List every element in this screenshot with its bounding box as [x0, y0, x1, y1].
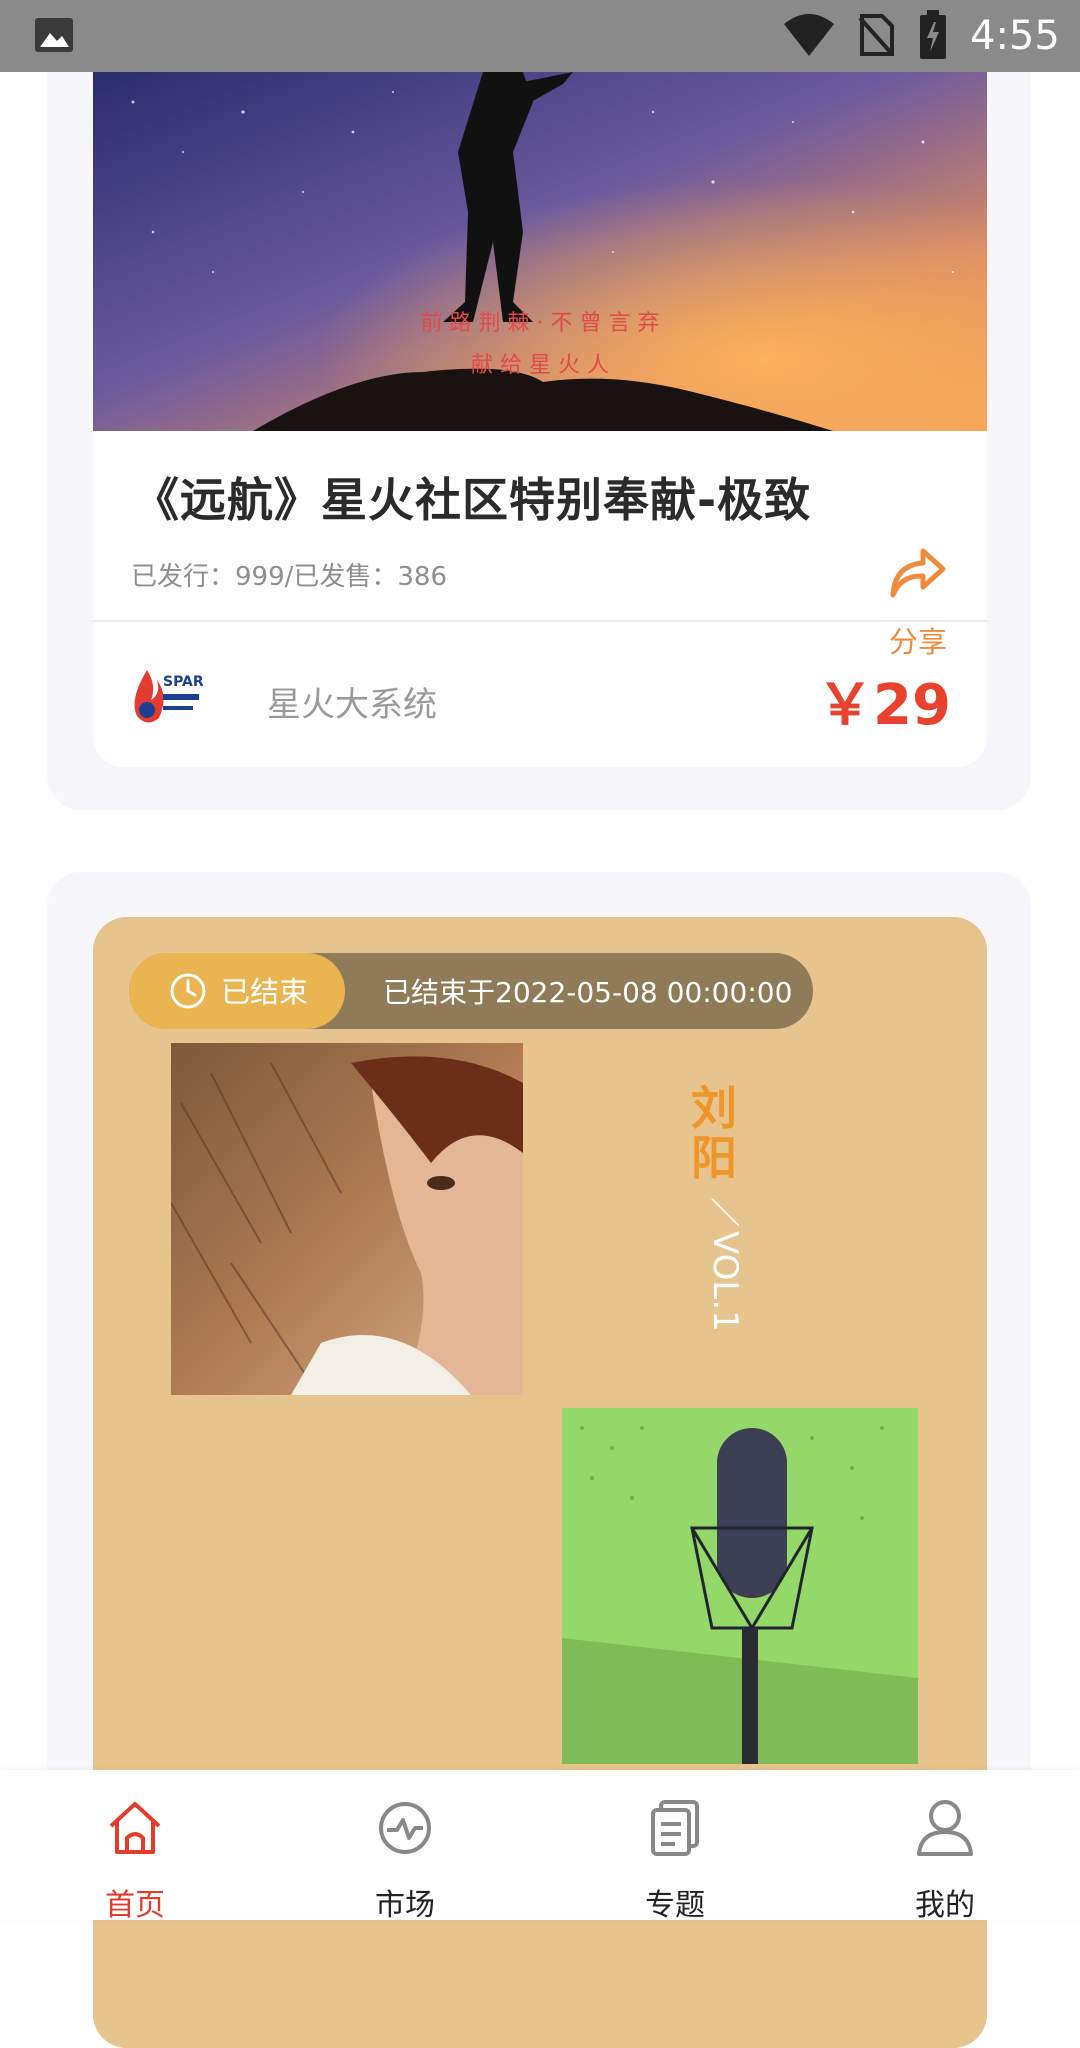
topic-icon [651, 1800, 699, 1856]
tab-home[interactable]: 首页 [35, 1770, 235, 1923]
clock-icon [170, 973, 206, 1009]
poster-image[interactable]: 前 路 荆 棘 · 不 曾 言 弃 献 给 星 火 人 [93, 72, 987, 431]
ended-badge: 已结束 [129, 953, 345, 1029]
status-time: 4:55 [970, 13, 1060, 59]
battery-icon [920, 10, 946, 59]
collection-card-liuyang[interactable]: 已结束 已结束于2022-05-08 00:00:00 刘阳 ／VOL.1 [47, 872, 1031, 2048]
microphone-photo [562, 1408, 918, 1764]
tab-profile-label: 我的 [915, 1888, 975, 1923]
tab-market[interactable]: 市场 [305, 1770, 505, 1923]
poster-line-2: 献 给 星 火 人 [471, 353, 609, 378]
home-icon [109, 1802, 161, 1854]
market-icon [379, 1802, 431, 1854]
gallery-icon [35, 18, 73, 52]
sale-status-pill: 已结束 已结束于2022-05-08 00:00:00 [129, 953, 813, 1029]
tab-profile[interactable]: 我的 [845, 1770, 1045, 1923]
album-artist: 刘阳 [691, 1081, 737, 1185]
bottom-tab-bar: 首页 市场 专题 我的 [0, 1770, 1080, 1923]
portrait-photo [171, 1043, 523, 1395]
tab-topic[interactable]: 专题 [575, 1770, 775, 1923]
spark-logo-text: SPARK [163, 674, 203, 690]
poster-line-1: 前 路 荆 棘 · 不 曾 言 弃 [421, 311, 660, 336]
tab-topic-label: 专题 [645, 1888, 705, 1923]
end-time: 已结束于2022-05-08 00:00:00 [383, 976, 793, 1009]
price: ￥29 [817, 673, 951, 738]
no-sim-icon [858, 14, 894, 56]
album-volume: ／VOL.1 [705, 1197, 739, 1332]
tab-home-label: 首页 [105, 1888, 165, 1923]
collection-title: 《远航》星火社区特别奉献-极致 [133, 473, 812, 527]
creator-name[interactable]: 星火大系统 [267, 677, 437, 726]
share-label: 分享 [888, 625, 947, 659]
collection-card-yuanhang[interactable]: 前 路 荆 棘 · 不 曾 言 弃 献 给 星 火 人 《远航》星火社区特别奉献… [47, 0, 1031, 810]
collection-card-body[interactable]: 前 路 荆 棘 · 不 曾 言 弃 献 给 星 火 人 《远航》星火社区特别奉献… [93, 72, 987, 767]
share-button[interactable]: 分享 [873, 467, 963, 659]
share-icon [890, 548, 946, 598]
wifi-icon [784, 14, 834, 56]
album-vol-text: ／VOL.1 [705, 1197, 739, 1332]
issue-sold-info: 已发行：999/已发售：386 [131, 562, 448, 592]
divider [93, 620, 987, 622]
status-bar: 4:55 [0, 0, 1080, 72]
profile-icon [917, 1800, 973, 1856]
spark-logo[interactable]: SPARK [127, 666, 203, 732]
ended-label: 已结束 [221, 975, 309, 1009]
tab-market-label: 市场 [375, 1888, 435, 1923]
